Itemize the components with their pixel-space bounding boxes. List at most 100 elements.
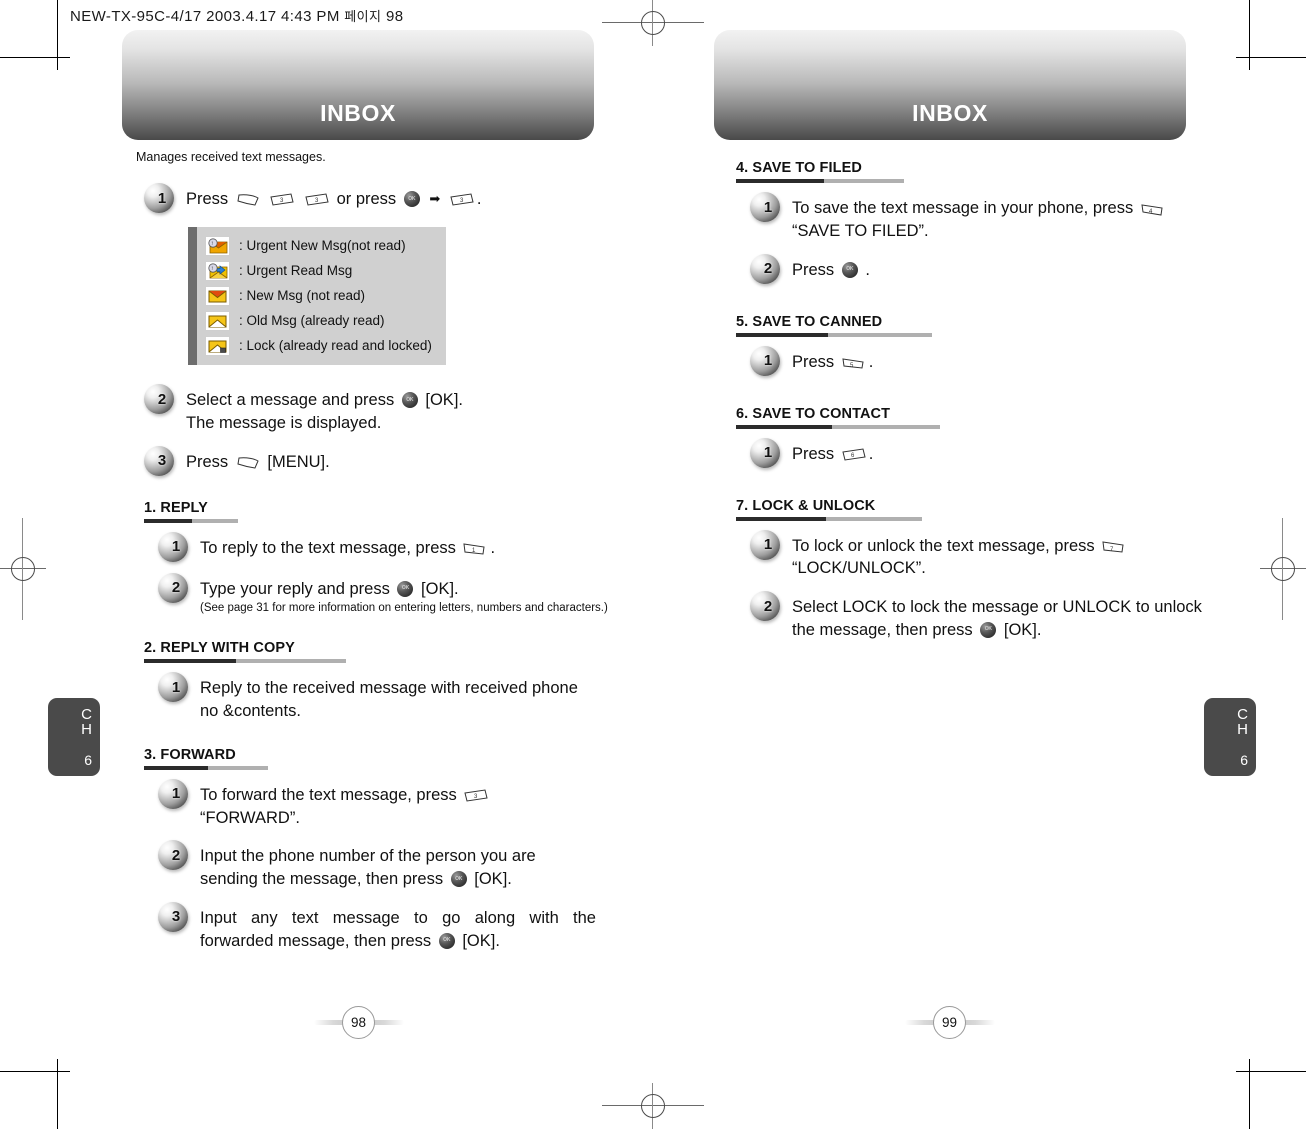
step-bullet: 2: [158, 572, 188, 603]
step-bullet: 3: [158, 901, 188, 932]
step-text: Press .: [792, 257, 870, 282]
step-text-before: Reply to the received message with recei…: [200, 679, 578, 720]
step-row: 2 Select a message and press [OK]. The m…: [144, 384, 656, 435]
section-heading-reply-with-copy: 2. REPLY WITH COPY: [144, 640, 656, 664]
key-4-icon: 4: [1140, 202, 1166, 216]
key-3-icon: 3: [269, 193, 295, 207]
step-row: 2 Input the phone number of the person y…: [158, 840, 656, 891]
legend-label: : Urgent Read Msg: [239, 263, 353, 278]
step-text: To forward the text message, press 3 “FO…: [200, 782, 491, 830]
section-steps-save-to-contact: 1 Press 6 .: [750, 437, 1248, 468]
step-text: Press 3 3 or press ➡ 3 .: [186, 186, 481, 211]
section-heading-save-to-filed: 4. SAVE TO FILED: [736, 160, 1248, 183]
step-text-after: “SAVE TO FILED”.: [792, 221, 929, 240]
step-row: 1 To reply to the text message, press 1 …: [158, 531, 656, 562]
key-3-icon-3: 3: [449, 193, 475, 207]
section-steps-reply-with-copy: 1 Reply to the received message with rec…: [158, 672, 656, 723]
step-text-after: [OK].: [421, 579, 459, 598]
section-title: 5. SAVE TO CANNED: [736, 313, 883, 330]
step-text: Input the phone number of the person you…: [200, 843, 596, 891]
step-text-after: [OK].: [474, 870, 512, 889]
chapter-label: CH: [81, 707, 92, 738]
step-text-before: Press: [186, 452, 229, 471]
menu-key-icon: [235, 193, 261, 207]
key-7-icon: 7: [1101, 540, 1127, 554]
ok-key-icon: [438, 932, 455, 949]
step-text-after: .: [868, 352, 874, 371]
legend-side-bar: [188, 227, 197, 365]
step-text: Press 6 .: [792, 441, 873, 466]
registration-mark-left: [0, 518, 46, 620]
legend-label: : New Msg (not read): [239, 288, 366, 303]
step-row: 1 To forward the text message, press 3 “…: [158, 778, 656, 830]
key-3-icon-2: 3: [304, 193, 330, 207]
icon-legend: ! : Urgent New Msg(not read) !: Urgent …: [188, 227, 656, 365]
section-steps-reply: 1 To reply to the text message, press 1 …: [158, 531, 656, 617]
section-heading-lock-unlock: 7. LOCK & UNLOCK: [736, 498, 1248, 521]
step-bullet: 1: [158, 672, 188, 703]
left-page-banner: INBOX: [122, 30, 594, 140]
step-text: Reply to the received message with recei…: [200, 675, 592, 723]
step-text-before: Press: [792, 260, 835, 279]
step-bullet: 1: [158, 778, 188, 809]
arrow-right-icon: ➡: [429, 191, 441, 206]
section-steps-forward: 1 To forward the text message, press 3 “…: [158, 778, 656, 953]
list-item: ! : Urgent New Msg(not read): [205, 233, 432, 258]
step-text-before: Select a message and press: [186, 391, 395, 409]
step-text-before: Press: [792, 352, 835, 371]
step-row: 2 Type your reply and press [OK]. (See p…: [158, 572, 656, 617]
step-text: To reply to the text message, press 1 .: [200, 535, 495, 560]
page-number-value: 99: [933, 1006, 966, 1039]
menu-key-icon: [235, 456, 261, 470]
key-1-icon: 1: [462, 542, 488, 556]
page-number-right: 99: [905, 1003, 995, 1041]
step-bullet: 3: [144, 445, 174, 476]
chapter-tab-left: CH 6: [48, 698, 100, 776]
section-title: 6. SAVE TO CONTACT: [736, 405, 891, 422]
step-text-before: Type your reply and press: [200, 579, 390, 598]
section-rule: [736, 179, 1248, 183]
step-text-before: Input any text message to go along with …: [200, 908, 596, 950]
ok-key-icon: [397, 580, 414, 597]
intro-text: Manages received text messages.: [136, 150, 326, 164]
step-text-after: [MENU].: [267, 452, 330, 471]
legend-box: ! : Urgent New Msg(not read) !: Urgent …: [197, 227, 446, 365]
old-msg-icon: [205, 310, 230, 331]
step-bullet: 2: [750, 253, 780, 284]
section-rule: [144, 659, 656, 664]
step-row: 1 To lock or unlock the text message, pr…: [750, 529, 1248, 581]
chapter-label-text: CH: [1237, 706, 1248, 739]
step-bullet: 1: [158, 531, 188, 562]
step-text-before: To save the text message in your phone, …: [792, 199, 1134, 217]
right-page-banner: INBOX: [714, 30, 1186, 140]
ok-key-icon: [980, 621, 997, 638]
section-heading-save-to-canned: 5. SAVE TO CANNED: [736, 314, 1248, 337]
section-rule: [736, 332, 1248, 337]
chapter-number: 6: [1240, 751, 1248, 768]
section-heading-reply: 1. REPLY: [144, 500, 656, 523]
step-row: 3 Press [MENU].: [144, 445, 656, 476]
step-row: 3 Input any text message to go along wit…: [158, 901, 656, 953]
urgent-new-msg-icon: !: [205, 235, 230, 256]
banner-title: INBOX: [912, 100, 988, 126]
svg-text:!: !: [211, 241, 213, 247]
ok-key-icon: [401, 392, 418, 408]
step-text: Type your reply and press [OK].: [200, 576, 608, 601]
legend-label: : Old Msg (already read): [239, 313, 385, 328]
step-text: Select LOCK to lock the message or UNLOC…: [792, 594, 1222, 642]
section-title: 2. REPLY WITH COPY: [144, 640, 295, 657]
step-text-before: To forward the text message, press: [200, 785, 457, 804]
step-bullet: 2: [750, 591, 780, 622]
page-number-left: 98: [314, 1003, 404, 1041]
step-text-after: .: [490, 538, 496, 557]
right-page: INBOX 4. SAVE TO FILED 1 To save the tex…: [700, 0, 1260, 1129]
trim-mark-tl-v: [57, 0, 58, 70]
right-page-content: 4. SAVE TO FILED 1 To save the text mess…: [728, 160, 1248, 656]
section-title: 3. FORWARD: [144, 746, 236, 763]
step-text-before: To reply to the text message, press: [200, 538, 456, 557]
step-text-after: “FORWARD”.: [200, 808, 300, 827]
step-text-after: [OK].: [425, 391, 463, 409]
step-text-group: Type your reply and press [OK]. (See pag…: [200, 576, 608, 617]
list-item: : New Msg (not read): [205, 283, 432, 308]
step-row: 1 Press 3 3 or press ➡ 3: [144, 183, 656, 213]
